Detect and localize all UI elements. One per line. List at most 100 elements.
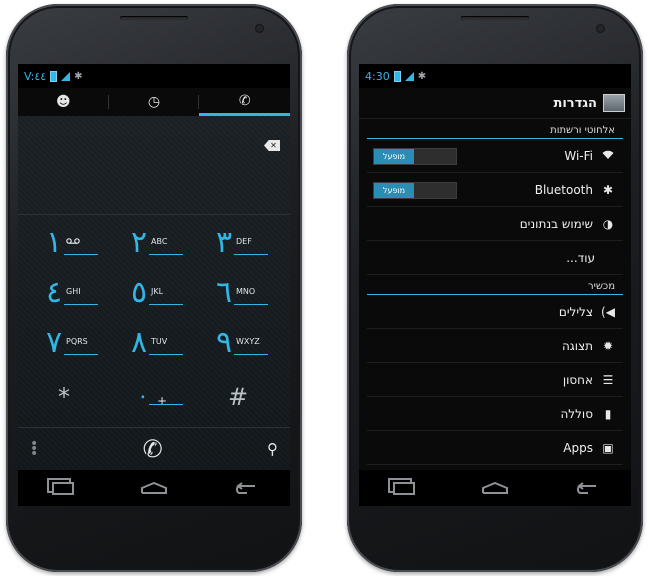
- home-button[interactable]: [479, 480, 511, 496]
- key-digit: ٣: [216, 225, 233, 260]
- settings-item-wifi[interactable]: Wi-Fi מופעל: [367, 139, 623, 173]
- status-bar: V:٤٤ ✱: [18, 64, 290, 88]
- settings-item-label: Bluetooth: [534, 182, 593, 197]
- digits-field[interactable]: ✕: [18, 116, 290, 215]
- key-0[interactable]: ٠ +: [121, 374, 191, 414]
- phone-frame-dialer: V:٤٤ ✱ ☻ ◷ ✆ ✕ ١ ٢ ABC ٣ DEF ٤ GHI ٥ JKL…: [6, 4, 302, 572]
- battery-icon: [50, 70, 58, 82]
- tab-call-log[interactable]: ◷: [109, 88, 200, 116]
- overflow-menu-icon[interactable]: • • •: [30, 437, 38, 461]
- settings-item-data-usage[interactable]: ◑ שימוש בנתונים: [367, 207, 623, 241]
- home-button[interactable]: [138, 480, 170, 496]
- key-digit: ٥: [131, 275, 148, 310]
- key-1[interactable]: ١: [36, 224, 106, 264]
- settings-app-icon: [603, 94, 625, 112]
- phone-frame-settings: 4:30 ✱ הגדרות אלחוטי ורשתות Wi-Fi מופעל: [347, 4, 643, 572]
- settings-item-apps[interactable]: ▣ Apps: [367, 431, 623, 465]
- key-6[interactable]: ٦ MNO: [206, 274, 276, 314]
- key-underline: [234, 254, 268, 255]
- battery-icon: [393, 70, 401, 82]
- settings-list: הגדרות אלחוטי ורשתות Wi-Fi מופעל ✱ Bluet…: [359, 88, 631, 470]
- key-letters: PQRS: [66, 337, 88, 346]
- settings-item-label: צלילים: [558, 304, 593, 319]
- contacts-icon: ☻: [56, 94, 71, 110]
- bluetooth-toggle[interactable]: מופעל: [373, 182, 457, 199]
- front-camera: [255, 24, 264, 33]
- settings-item-label: Apps: [563, 440, 593, 455]
- key-2[interactable]: ٢ ABC: [121, 224, 191, 264]
- key-digit: ٤: [46, 275, 63, 310]
- navigation-bar: [359, 470, 631, 506]
- key-underline: [64, 354, 98, 355]
- settings-item-sound[interactable]: ◀) צלילים: [367, 295, 623, 329]
- back-icon: [235, 482, 255, 494]
- key-plus: +: [157, 394, 168, 408]
- apps-icon: ▣: [602, 440, 614, 455]
- bluetooth-status-icon: ✱: [417, 70, 427, 82]
- call-button-icon[interactable]: ✆: [143, 435, 163, 463]
- toggle-on-label: מופעל: [374, 149, 414, 164]
- key-digit: #: [228, 383, 249, 411]
- wifi-toggle[interactable]: מופעל: [373, 148, 457, 165]
- backspace-icon[interactable]: ✕: [264, 140, 280, 151]
- brightness-icon: ✹: [602, 338, 614, 353]
- key-underline: [149, 254, 183, 255]
- search-icon[interactable]: ⚲: [267, 440, 278, 458]
- storage-icon: ☰: [602, 372, 614, 387]
- status-bar: 4:30 ✱: [359, 64, 631, 88]
- key-3[interactable]: ٣ DEF: [206, 224, 276, 264]
- settings-item-more[interactable]: עוד...: [367, 241, 623, 275]
- recent-apps-button[interactable]: [47, 480, 79, 496]
- page-title: הגדרות: [553, 95, 597, 111]
- speaker-icon: ◀): [601, 304, 615, 319]
- key-5[interactable]: ٥ JKL: [121, 274, 191, 314]
- key-digit: *: [58, 383, 70, 411]
- signal-icon: [61, 71, 71, 81]
- key-digit: ٧: [46, 325, 63, 360]
- settings-item-display[interactable]: ✹ תצוגה: [367, 329, 623, 363]
- key-8[interactable]: ٨ TUV: [121, 324, 191, 364]
- settings-item-battery[interactable]: ▮ סוללה: [367, 397, 623, 431]
- key-hash[interactable]: #: [206, 374, 276, 414]
- key-digit: ٨: [131, 325, 148, 360]
- key-letters: GHI: [66, 287, 81, 296]
- key-star[interactable]: *: [36, 374, 106, 414]
- recent-apps-icon: [52, 481, 75, 495]
- section-header-device: מכשיר: [367, 275, 623, 295]
- wifi-icon: [601, 149, 615, 163]
- data-usage-icon: ◑: [602, 216, 614, 231]
- key-7[interactable]: ٧ PQRS: [36, 324, 106, 364]
- key-underline: [64, 304, 98, 305]
- dialer-tabs: ☻ ◷ ✆: [18, 88, 290, 116]
- status-time: 4:30: [365, 69, 390, 83]
- key-digit: ٩: [216, 325, 233, 360]
- section-header-wireless: אלחוטי ורשתות: [367, 119, 623, 139]
- clock-icon: ◷: [147, 94, 161, 110]
- earpiece-speaker: [120, 16, 188, 20]
- navigation-bar: [18, 470, 290, 506]
- back-button[interactable]: [229, 480, 261, 496]
- settings-item-label: שימוש בנתונים: [519, 216, 593, 231]
- settings-item-bluetooth[interactable]: ✱ Bluetooth מופעל: [367, 173, 623, 207]
- phone-icon: ✆: [238, 92, 251, 109]
- back-icon: [576, 482, 596, 494]
- key-digit: ٢: [131, 225, 148, 260]
- key-underline: [234, 304, 268, 305]
- key-underline: [234, 354, 268, 355]
- battery-settings-icon: ▮: [604, 406, 612, 421]
- tab-dialpad[interactable]: ✆: [199, 88, 290, 116]
- settings-item-label: Wi-Fi: [564, 148, 593, 163]
- recent-apps-icon: [393, 481, 416, 495]
- key-9[interactable]: ٩ WXYZ: [206, 324, 276, 364]
- key-digit: ٦: [216, 275, 233, 310]
- home-icon: [140, 482, 167, 494]
- key-4[interactable]: ٤ GHI: [36, 274, 106, 314]
- settings-item-storage[interactable]: ☰ אחסון: [367, 363, 623, 397]
- front-camera: [596, 24, 605, 33]
- recent-apps-button[interactable]: [388, 480, 420, 496]
- back-button[interactable]: [570, 480, 602, 496]
- settings-item-label: עוד...: [566, 250, 595, 265]
- settings-item-label: תצוגה: [561, 338, 593, 353]
- tab-contacts[interactable]: ☻: [18, 88, 109, 116]
- toggle-on-label: מופעל: [374, 183, 414, 198]
